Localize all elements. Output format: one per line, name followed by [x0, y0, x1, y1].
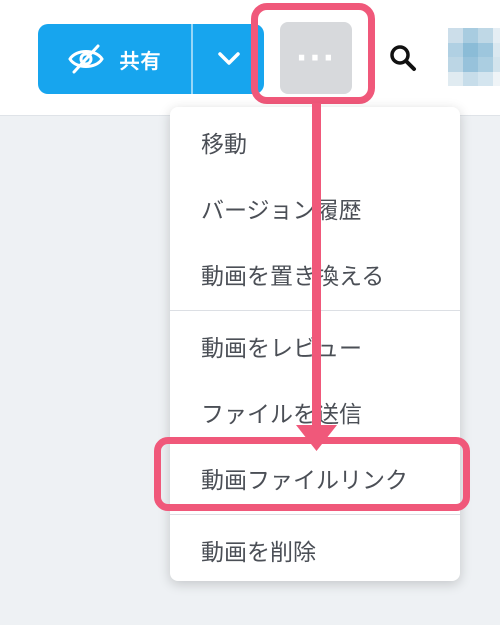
menu-item-move[interactable]: 移動 — [170, 111, 460, 173]
menu-item-review-video[interactable]: 動画をレビュー — [170, 315, 460, 377]
more-options-menu: 移動 バージョン履歴 動画を置き換える 動画をレビュー ファイルを送信 動画ファ… — [170, 107, 460, 581]
share-options-button[interactable] — [193, 24, 264, 94]
eye-slash-icon — [67, 44, 104, 74]
menu-item-replace-video[interactable]: 動画を置き換える — [170, 243, 460, 305]
menu-item-video-file-link[interactable]: 動画ファイルリンク — [170, 447, 460, 509]
top-toolbar: 共有 ··· — [0, 0, 500, 116]
avatar[interactable] — [448, 28, 500, 86]
chevron-down-icon — [217, 52, 240, 65]
search-icon[interactable] — [389, 44, 417, 72]
menu-item-version-history[interactable]: バージョン履歴 — [170, 177, 460, 239]
share-button-group: 共有 — [38, 24, 264, 94]
share-button[interactable]: 共有 — [38, 24, 191, 94]
share-label: 共有 — [119, 48, 162, 73]
menu-item-delete-video[interactable]: 動画を削除 — [170, 519, 460, 581]
more-options-button[interactable]: ··· — [280, 22, 352, 94]
more-dots-icon: ··· — [295, 40, 337, 76]
menu-divider — [170, 310, 460, 311]
menu-item-send-file[interactable]: ファイルを送信 — [170, 381, 460, 443]
menu-divider — [170, 514, 460, 515]
